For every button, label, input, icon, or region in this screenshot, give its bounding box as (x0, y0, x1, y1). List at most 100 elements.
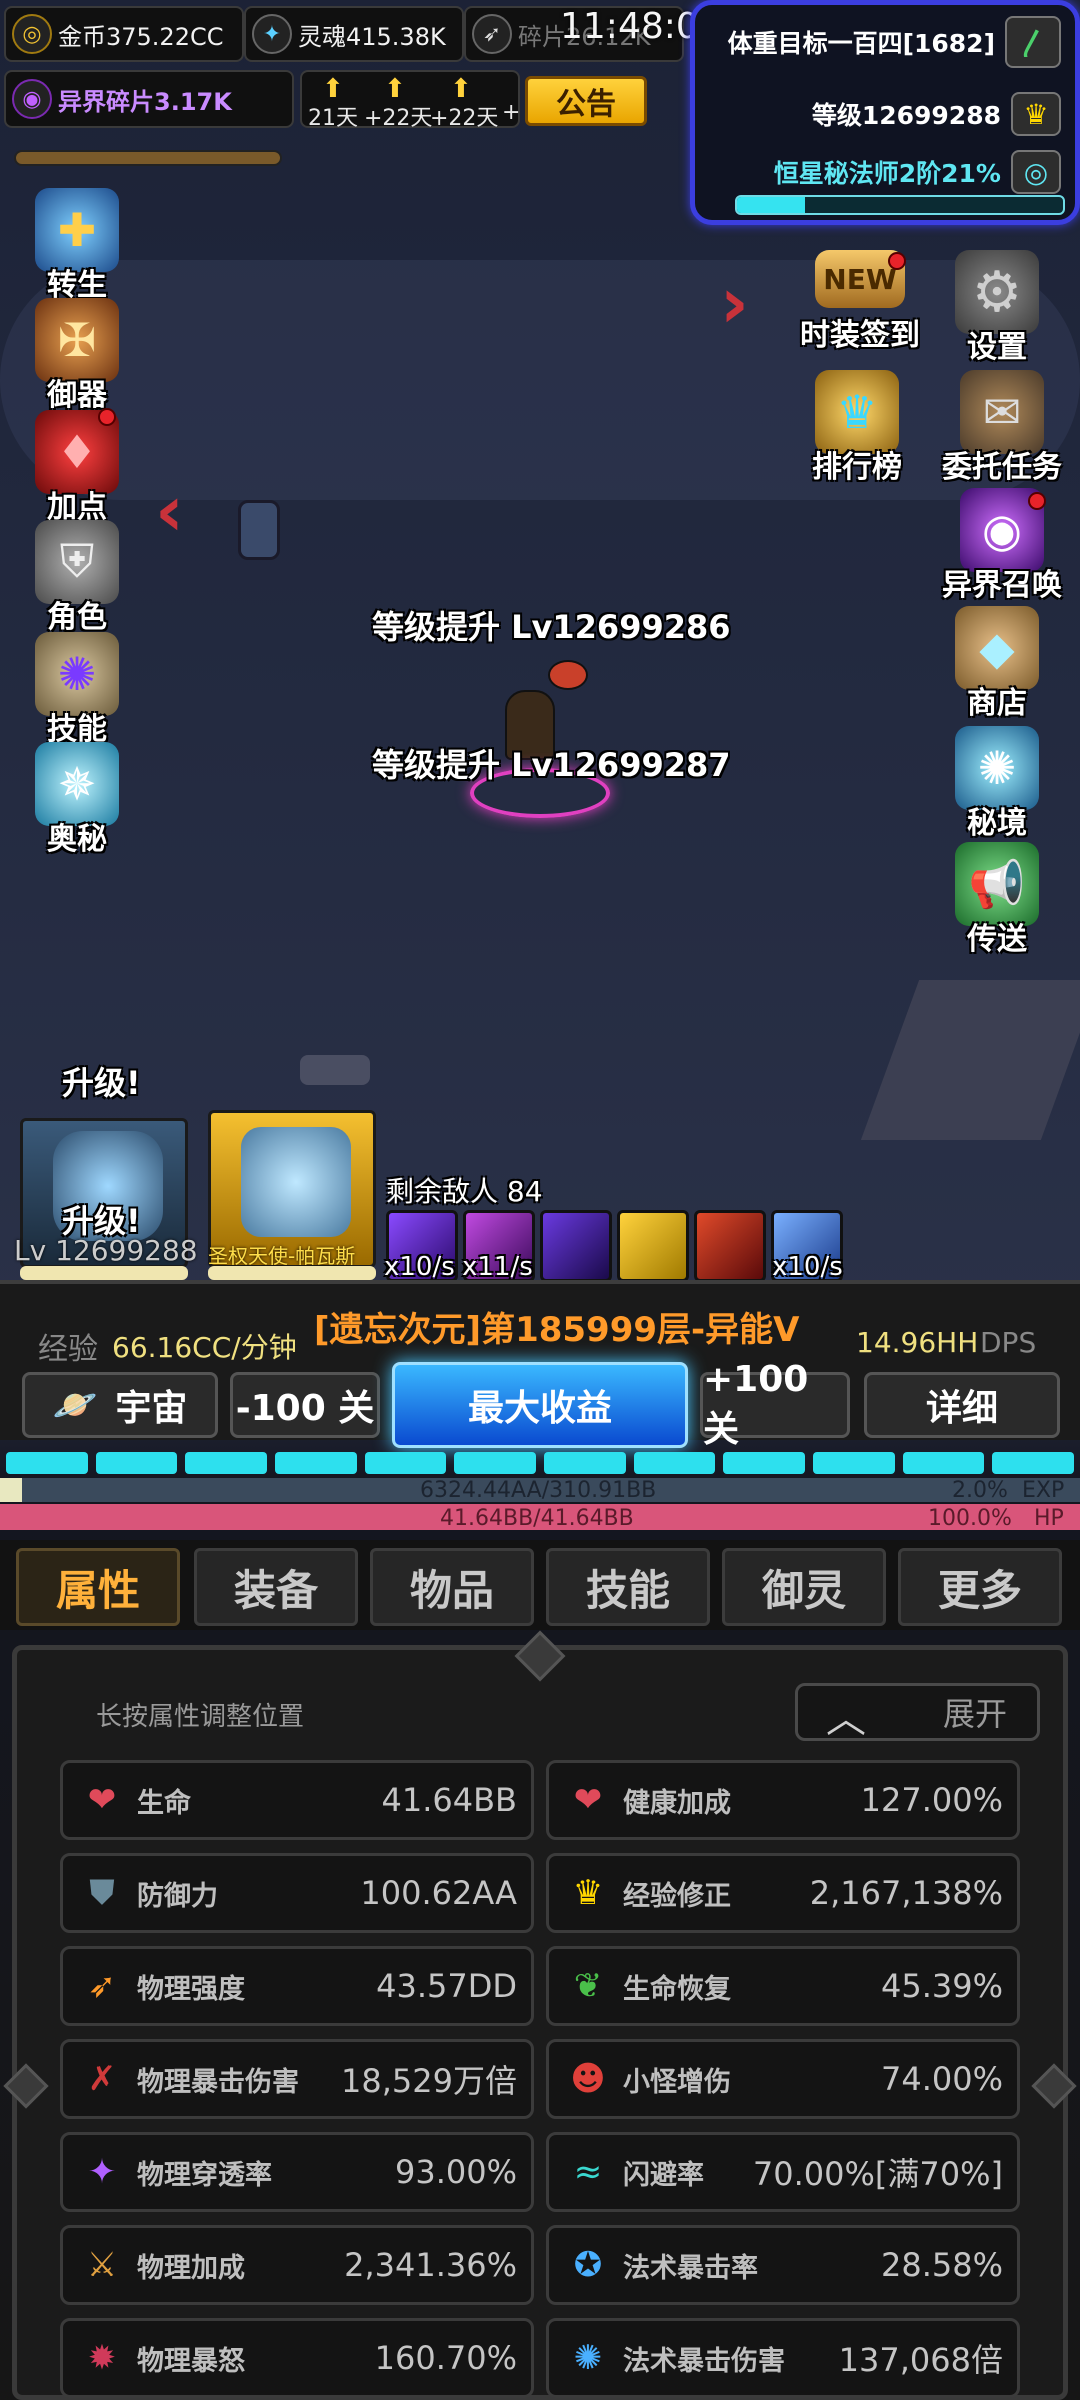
level-text: 等级12699288 (811, 101, 1001, 130)
max-gain-button[interactable]: 最大收益 (392, 1362, 688, 1448)
magic-crit-icon: ✪ (573, 2245, 603, 2285)
stat-row[interactable]: ☻ 小怪增伤 74.00% (546, 2039, 1020, 2119)
game-screen: ◎ 金币375.22CC ✦ 灵魂415.38K ➶ 碎片26.12K 11:4… (0, 0, 1080, 2400)
bird-pet (548, 660, 588, 690)
crit-blade-icon: ✗ (87, 2059, 117, 2099)
rebirth-button[interactable]: ✚ 转生 (22, 188, 132, 304)
scroll-right-arrow[interactable]: › (720, 262, 749, 344)
stat-value: 93.00% (394, 2153, 517, 2191)
level-row[interactable]: 等级12699288 ♛ (812, 89, 1061, 139)
class-text: 恒星秘法师2阶21% (773, 159, 1001, 188)
points-button[interactable]: ♦ 加点 (22, 408, 132, 526)
tab-bar: 属性 装备 物品 技能 御灵 更多 (0, 1540, 1080, 1630)
soul-drop-icon: ✦ (252, 14, 292, 54)
stat-row[interactable]: ➶ 物理强度 43.57DD (60, 1946, 534, 2026)
sword-power-icon: ➶ (87, 1966, 117, 2006)
tab-more[interactable]: 更多 (898, 1548, 1062, 1626)
expand-button[interactable]: ︿ 展开 (795, 1683, 1040, 1742)
notification-dot (98, 408, 116, 426)
commission-button[interactable]: ✉ 委托任务 (942, 370, 1062, 486)
stat-name: 闪避率 (623, 2159, 704, 2191)
background-rock (300, 1055, 370, 1085)
skill-button[interactable]: ✺ 技能 (22, 632, 132, 748)
stat-row[interactable]: ♛ 经验修正 2,167,138% (546, 1853, 1020, 1933)
minus-100-button[interactable]: -100 关 (230, 1372, 380, 1438)
mystery-button[interactable]: ✵ 奥秘 (22, 742, 132, 858)
tab-equipment[interactable]: 装备 (194, 1548, 358, 1626)
tab-spirits[interactable]: 御灵 (722, 1548, 886, 1626)
shield-icon: ⛊ (89, 1873, 115, 1913)
planet-icon: 🪐 (52, 1385, 98, 1426)
wave-segment (454, 1452, 537, 1474)
fashion-checkin-button[interactable]: NEW 时装签到 (800, 250, 920, 354)
gold-counter[interactable]: ◎ 金币375.22CC (4, 6, 244, 62)
stat-name: 物理穿透率 (137, 2159, 272, 2191)
universe-button[interactable]: 🪐 宇宙 (22, 1372, 218, 1438)
heart-plus-icon: ❤ (573, 1780, 603, 1820)
stat-name: 经验修正 (623, 1880, 731, 1912)
stat-name: 小怪增伤 (623, 2066, 731, 2098)
leaderboard-button[interactable]: ♛ 排行榜 (802, 370, 912, 486)
stat-row[interactable]: ❤ 健康加成 127.00% (546, 1760, 1020, 1840)
character-button[interactable]: ⛨ 角色 (22, 520, 132, 636)
class-row[interactable]: 恒星秘法师2阶21% ◎ (774, 147, 1061, 197)
summon-button[interactable]: ◉ 异界召唤 (942, 488, 1062, 604)
gold-coin-icon: ◎ (12, 14, 52, 54)
rage-icon: ✹ (87, 2338, 117, 2378)
stat-row[interactable]: ⚔ 物理加成 2,341.36% (60, 2225, 534, 2305)
skill-slot-3[interactable] (540, 1210, 612, 1282)
stat-value: 2,167,138% (809, 1874, 1003, 1912)
wave-segment (185, 1452, 268, 1474)
hp-bar-text: 41.64BB/41.64BB (440, 1506, 634, 1531)
tab-skills[interactable]: 技能 (546, 1548, 710, 1626)
stat-row[interactable]: ✪ 法术暴击率 28.58% (546, 2225, 1020, 2305)
leaf-icon: ❦ (573, 1966, 603, 2006)
stat-value: 2,341.36% (344, 2246, 517, 2284)
detail-button[interactable]: 详细 (864, 1372, 1060, 1438)
stat-row[interactable]: ✗ 物理暴击伤害 18,529万倍 (60, 2039, 534, 2119)
stat-name: 法术暴击伤害 (623, 2345, 785, 2377)
tab-attributes[interactable]: 属性 (16, 1548, 180, 1626)
skill-slot-5[interactable] (694, 1210, 766, 1282)
artifact-button[interactable]: ✠ 御器 (22, 298, 132, 414)
tab-items[interactable]: 物品 (370, 1548, 534, 1626)
artifact-label: 御器 (47, 378, 107, 413)
enemies-left: 剩余敌人 84 (386, 1175, 543, 1208)
stat-value: 160.70% (374, 2339, 517, 2377)
otherworld-shard-counter[interactable]: ◉ 异界碎片3.17K (4, 70, 294, 128)
stat-row[interactable]: ≈ 闪避率 70.00%[满70%] (546, 2132, 1020, 2212)
stat-row[interactable]: ✺ 法术暴击伤害 137,068倍 (546, 2318, 1020, 2398)
soul-counter[interactable]: ✦ 灵魂415.38K (244, 6, 464, 62)
stat-row[interactable]: ⛊ 防御力 100.62AA (60, 1853, 534, 1933)
notice-button[interactable]: 公告 (525, 76, 647, 126)
fashion-checkin-label: 时装签到 (800, 318, 920, 353)
stat-row[interactable]: ✦ 物理穿透率 93.00% (60, 2132, 534, 2212)
stat-row[interactable]: ✹ 物理暴怒 160.70% (60, 2318, 534, 2398)
settings-button[interactable]: ⚙ 设置 (942, 250, 1052, 366)
buff-timer-4: + (502, 100, 521, 125)
skill-slot-4[interactable] (617, 1210, 689, 1282)
wave-segment (275, 1452, 357, 1474)
secret-realm-button[interactable]: ✺ 秘境 (942, 726, 1052, 842)
expand-label: 展开 (942, 1695, 1007, 1733)
plus-100-button[interactable]: +100 关 (700, 1359, 850, 1450)
level-up-text: 等级提升 Lv12699286 (372, 608, 731, 646)
spiral-icon: ◎ (1011, 150, 1061, 194)
gold-value: 金币375.22CC (58, 22, 224, 51)
scroll-left-arrow[interactable]: ‹ (155, 470, 184, 552)
stat-row[interactable]: ❦ 生命恢复 45.39% (546, 1946, 1020, 2026)
stat-name: 物理暴击伤害 (137, 2066, 299, 2098)
panel-hint: 长按属性调整位置 (96, 1702, 305, 1732)
buff-timers[interactable]: ⬆ ⬆ ⬆ 21天 +22天 +22天 + (300, 70, 521, 131)
shop-button[interactable]: ◆ 商店 (942, 606, 1052, 722)
stat-name: 物理加成 (137, 2252, 245, 2284)
crown-icon: ♛ (572, 1873, 604, 1913)
crossbow-ornament (14, 150, 282, 166)
pierce-icon: ✦ (87, 2152, 117, 2192)
demon-icon: ☻ (570, 2059, 606, 2099)
weight-goal-row[interactable]: 体重目标一百四[1682] 〳 (728, 16, 1061, 68)
teleport-button[interactable]: 📢 传送 (942, 842, 1052, 958)
stat-row[interactable]: ❤ 生命 41.64BB (60, 1760, 534, 1840)
heart-icon: ❤ (87, 1780, 117, 1820)
stat-name: 法术暴击率 (623, 2252, 758, 2284)
